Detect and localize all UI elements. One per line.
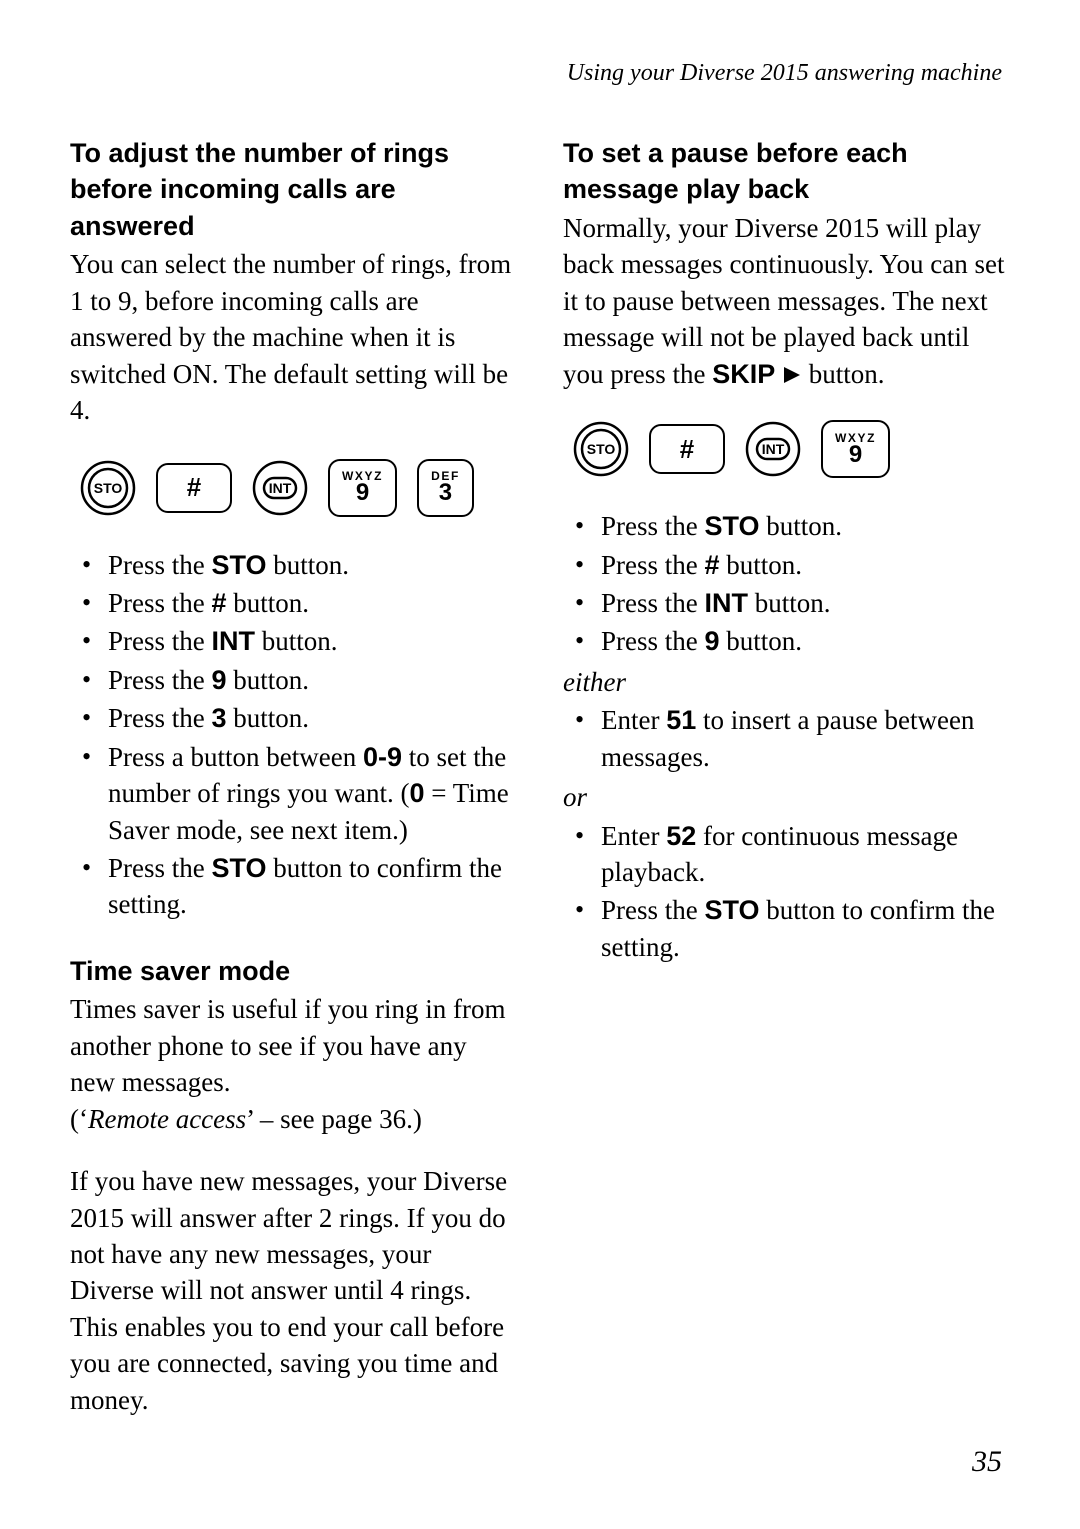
int-key-icon: INT: [252, 460, 308, 516]
step-list: Press the STO button. Press the # button…: [80, 547, 517, 923]
play-icon: [782, 358, 802, 394]
svg-text:STO: STO: [94, 480, 123, 496]
svg-text:INT: INT: [269, 480, 292, 496]
manual-page: Using your Diverse 2015 answering machin…: [0, 0, 1080, 1529]
sto-key-icon: STO: [80, 460, 136, 516]
section-intro: You can select the number of rings, from…: [70, 249, 511, 425]
step-item: Press the STO button.: [573, 508, 1010, 544]
section-set-pause: To set a pause before each message play …: [563, 135, 1010, 394]
nine-key-icon: WXYZ 9: [328, 459, 397, 517]
page-number: 35: [972, 1445, 1002, 1479]
section-adjust-rings: To adjust the number of rings before inc…: [70, 135, 517, 429]
right-column: To set a pause before each message play …: [563, 135, 1010, 1418]
section-heading: To adjust the number of rings before inc…: [70, 135, 517, 244]
step-item: Press the # button.: [80, 585, 517, 621]
step-item: Press the INT button.: [573, 585, 1010, 621]
step-item: Press the 9 button.: [573, 623, 1010, 659]
section-intro: Normally, your Diverse 2015 will play ba…: [563, 213, 1004, 389]
svg-text:INT: INT: [762, 441, 785, 457]
step-item: Enter 51 to insert a pause between messa…: [573, 702, 1010, 775]
section-heading: Time saver mode: [70, 953, 517, 989]
hash-key-icon: #: [649, 424, 725, 474]
key-sequence-row: STO # INT WXYZ 9 DEF 3: [80, 459, 517, 517]
int-key-icon: INT: [745, 421, 801, 477]
section-body: If you have new messages, your Diverse 2…: [70, 1163, 517, 1418]
svg-text:STO: STO: [587, 441, 616, 457]
step-item: Press the STO button.: [80, 547, 517, 583]
step-list: Enter 51 to insert a pause between messa…: [573, 702, 1010, 775]
section-time-saver: Time saver mode Times saver is useful if…: [70, 953, 517, 1137]
key-sequence-row: STO # INT WXYZ 9: [573, 420, 1010, 478]
step-item: Press the INT button.: [80, 623, 517, 659]
body-text: Times saver is useful if you ring in fro…: [70, 994, 505, 1097]
step-item: Press a button between 0-9 to set the nu…: [80, 739, 517, 848]
remote-access-ref: Remote access: [88, 1104, 246, 1134]
running-head: Using your Diverse 2015 answering machin…: [70, 60, 1010, 87]
sto-key-icon: STO: [573, 421, 629, 477]
left-column: To adjust the number of rings before inc…: [70, 135, 517, 1418]
hash-key-icon: #: [156, 463, 232, 513]
two-column-layout: To adjust the number of rings before inc…: [70, 135, 1010, 1418]
step-item: Enter 52 for continuous message playback…: [573, 818, 1010, 891]
step-item: Press the 9 button.: [80, 662, 517, 698]
step-item: Press the 3 button.: [80, 700, 517, 736]
step-list: Press the STO button. Press the # button…: [573, 508, 1010, 660]
step-item: Press the # button.: [573, 547, 1010, 583]
three-key-icon: DEF 3: [417, 459, 474, 517]
section-body: Times saver is useful if you ring in fro…: [70, 991, 517, 1137]
step-list: Enter 52 for continuous message playback…: [573, 818, 1010, 966]
or-label: or: [563, 779, 1010, 815]
section-heading: To set a pause before each message play …: [563, 135, 1010, 208]
step-item: Press the STO button to confirm the sett…: [80, 850, 517, 923]
step-item: Press the STO button to confirm the sett…: [573, 892, 1010, 965]
either-label: either: [563, 664, 1010, 700]
nine-key-icon: WXYZ 9: [821, 420, 890, 478]
